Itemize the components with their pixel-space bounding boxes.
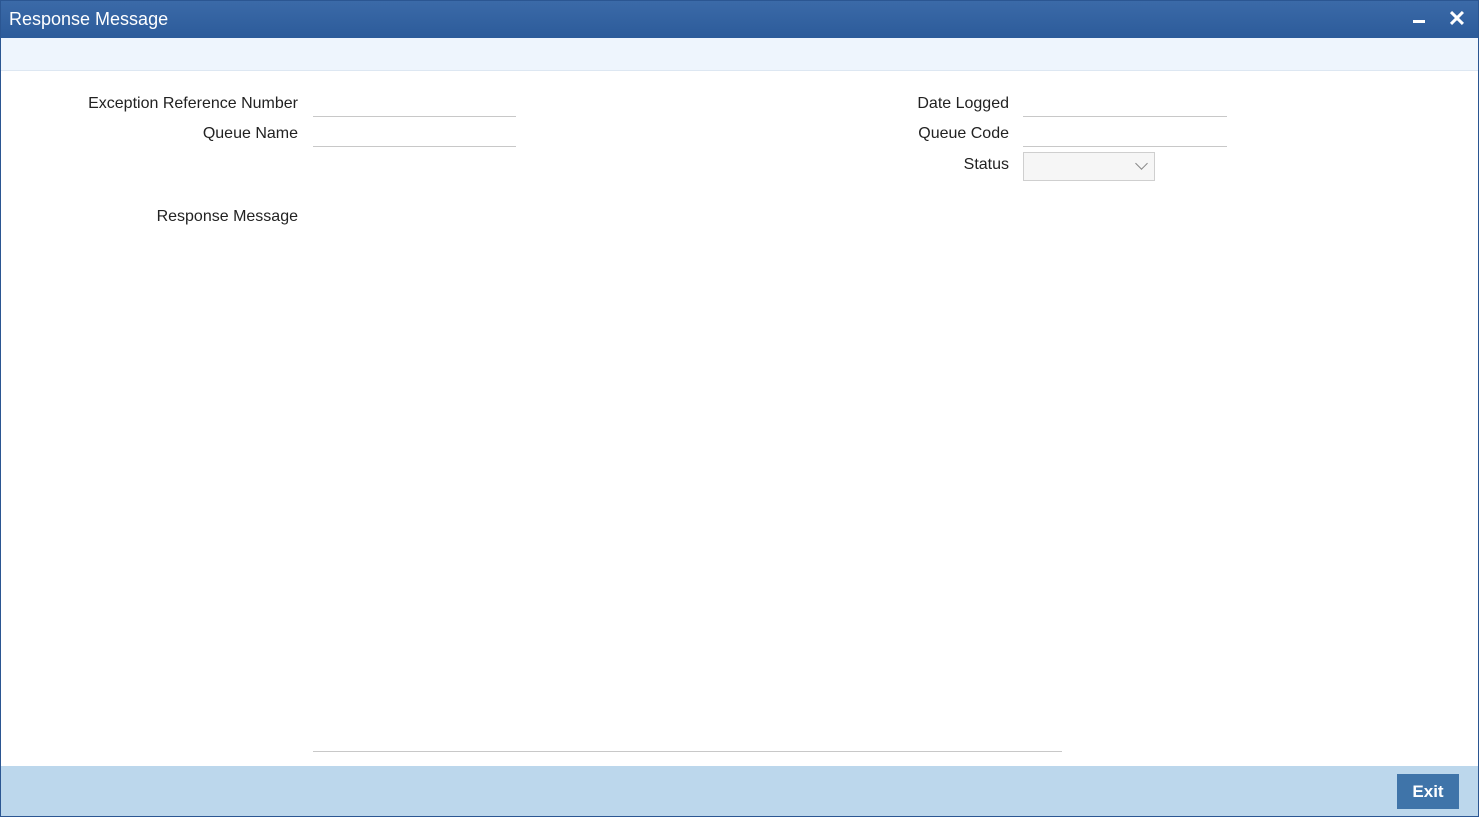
queue-code-field[interactable]	[1023, 121, 1227, 147]
dialog-window: Response Message ✕ Exception Reference N…	[0, 0, 1479, 817]
queue-name-label: Queue Name	[202, 125, 298, 142]
exit-button[interactable]: Exit	[1397, 774, 1459, 809]
chevron-down-icon	[1135, 157, 1148, 170]
queue-name-field[interactable]	[313, 121, 516, 147]
exception-reference-number-label: Exception Reference Number	[88, 95, 298, 112]
close-icon[interactable]: ✕	[1445, 7, 1469, 31]
exception-reference-number-field[interactable]	[313, 91, 516, 117]
status-label: Status	[963, 156, 1009, 173]
date-logged-field[interactable]	[1023, 91, 1227, 117]
window-title: Response Message	[9, 9, 169, 29]
title-bar: Response Message ✕	[1, 1, 1478, 38]
footer-bar: Exit	[1, 766, 1478, 816]
minimize-icon[interactable]	[1407, 7, 1431, 31]
date-logged-label: Date Logged	[917, 95, 1009, 112]
status-select[interactable]	[1023, 152, 1155, 181]
response-message-label: Response Message	[156, 208, 298, 225]
queue-code-label: Queue Code	[918, 125, 1009, 142]
response-message-textarea[interactable]	[313, 206, 1062, 752]
toolbar-strip	[1, 38, 1478, 71]
